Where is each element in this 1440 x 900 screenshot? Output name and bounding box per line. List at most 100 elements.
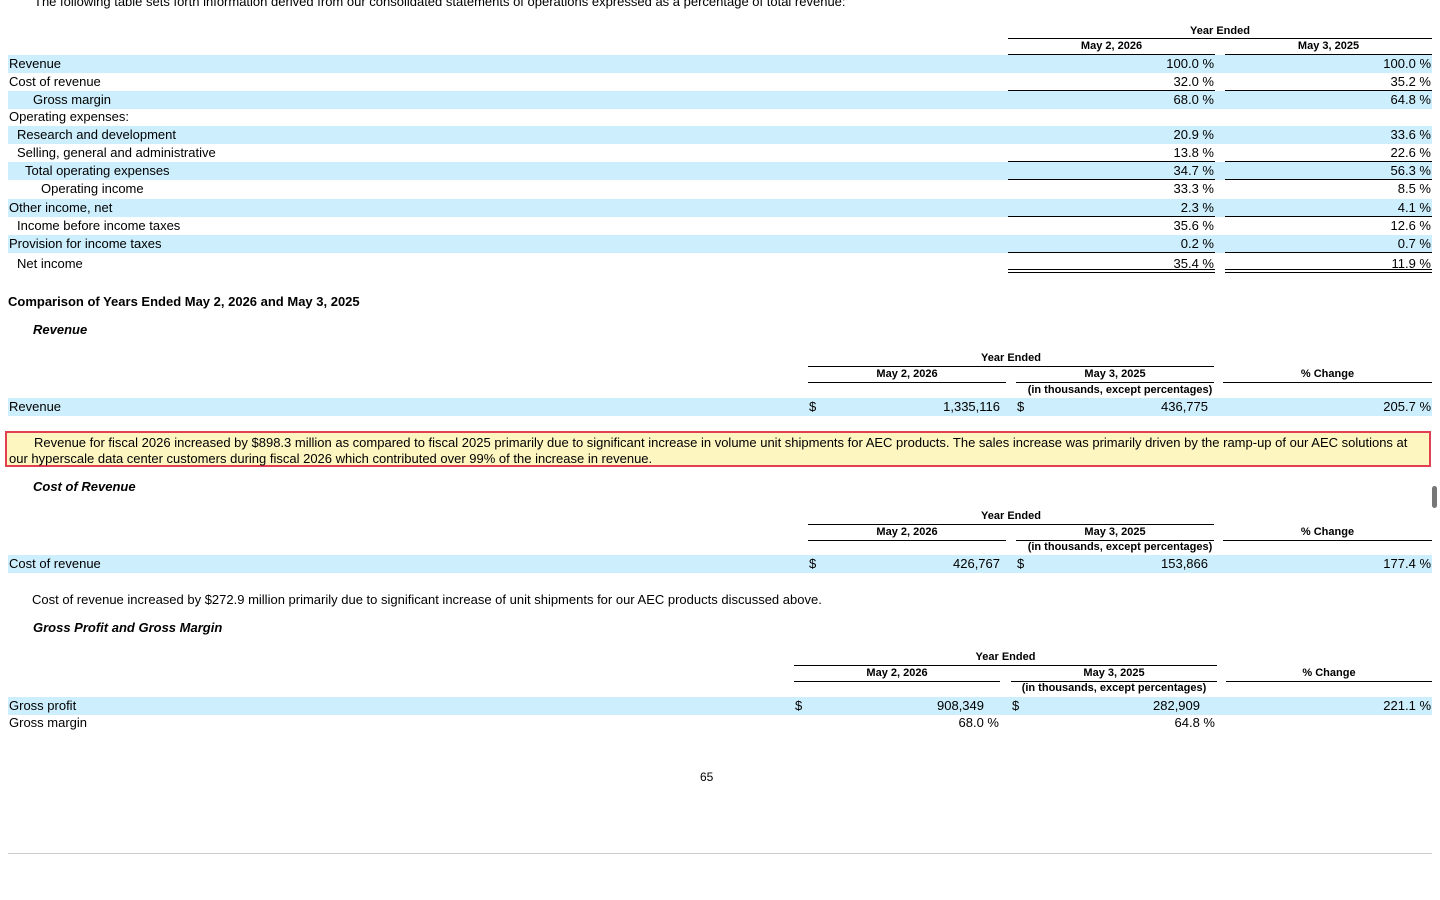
page-divider (8, 853, 1432, 854)
row-label: Research and development (17, 127, 176, 142)
row-label: Revenue (9, 399, 62, 414)
row-value-2026: 0.2 % (1180, 236, 1214, 251)
divider (808, 366, 1214, 367)
row-value-2025: 100.0 % (1383, 56, 1431, 71)
row-value-2025: 64.8 % (1390, 92, 1431, 107)
currency-symbol: $ (809, 556, 817, 571)
row-label: Revenue (9, 56, 62, 71)
revenue-section-title: Revenue (33, 322, 88, 337)
page-number: 65 (700, 770, 714, 784)
row-value-2026: 34.7 % (1173, 163, 1214, 178)
row-change: 177.4 % (1383, 556, 1431, 571)
row-label: Total operating expenses (25, 163, 170, 178)
row-value-2025: 22.6 % (1390, 145, 1431, 160)
comparison-title: Comparison of Years Ended May 2, 2026 an… (8, 294, 360, 309)
cost-col2-header: May 3, 2025 (1084, 526, 1146, 538)
table-row: Gross margin 68.0 % 64.8 % (8, 91, 1432, 109)
row-value-2026: 1,335,116 (943, 399, 1000, 414)
row-value-2025: 436,775 (1161, 399, 1208, 414)
gross-col1-header: May 2, 2026 (866, 667, 928, 679)
row-label: Operating income (41, 181, 144, 196)
row-value-2026: 2.3 % (1180, 200, 1214, 215)
divider (1008, 252, 1215, 253)
row-label: Income before income taxes (17, 218, 181, 233)
scrollbar-thumb[interactable] (1432, 486, 1437, 508)
double-underline (1008, 269, 1215, 273)
revenue-note-text: Revenue for fiscal 2026 increased by $89… (9, 435, 1408, 466)
cost-units: (in thousands, except percentages) (1027, 541, 1213, 553)
row-value-2026: 68.0 % (958, 715, 999, 730)
divider (808, 540, 1006, 541)
row-value-2025: 64.8 % (1174, 715, 1215, 730)
row-label: Cost of revenue (9, 556, 101, 571)
revenue-col2-header: May 3, 2025 (1084, 368, 1146, 380)
row-label: Selling, general and administrative (17, 145, 216, 160)
revenue-header-group: Year Ended (981, 352, 1041, 364)
row-label: Gross margin (9, 715, 88, 730)
table-row: Operating expenses: (8, 108, 1432, 126)
row-value-2025: 4.1 % (1397, 200, 1431, 215)
cost-header-group: Year Ended (981, 510, 1041, 522)
row-value-2026: 100.0 % (1166, 56, 1214, 71)
gross-units: (in thousands, except percentages) (1021, 682, 1207, 694)
row-value-2026: 20.9 % (1173, 127, 1214, 142)
row-label: Gross margin (33, 92, 112, 107)
pct-col1-header: May 2, 2026 (1080, 40, 1143, 52)
gross-col3-header: % Change (1302, 667, 1356, 679)
divider (1008, 38, 1432, 39)
table-row: Total operating expenses 34.7 % 56.3 % (8, 162, 1432, 180)
table-row: Other income, net 2.3 % 4.1 % (8, 199, 1432, 217)
gross-section-title: Gross Profit and Gross Margin (33, 620, 223, 635)
row-value-2026: 32.0 % (1173, 74, 1214, 89)
table-row: Cost of revenue 32.0 % 35.2 % (8, 73, 1432, 91)
table-row: Selling, general and administrative 13.8… (8, 144, 1432, 162)
divider (794, 665, 1217, 666)
row-value-2026: 13.8 % (1173, 145, 1214, 160)
cost-col3-header: % Change (1300, 526, 1355, 538)
row-value-2025: 12.6 % (1390, 218, 1431, 233)
row-label: Net income (17, 256, 83, 271)
row-label: Provision for income taxes (9, 236, 162, 251)
row-value-2026: 908,349 (937, 698, 984, 713)
table-row: Revenue $ 1,335,116 $ 436,775 205.7 % (8, 398, 1432, 416)
row-value-2026: 68.0 % (1173, 92, 1214, 107)
gross-header-group: Year Ended (975, 651, 1036, 663)
intro-text: The following table sets forth informati… (34, 0, 846, 9)
currency-symbol: $ (1017, 399, 1025, 414)
revenue-units: (in thousands, except percentages) (1027, 384, 1213, 396)
table-row: Operating income 33.3 % 8.5 % (8, 180, 1432, 198)
table-row: Gross profit $ 908,349 $ 282,909 221.1 % (8, 697, 1432, 715)
row-value-2026: 33.3 % (1173, 181, 1214, 196)
divider (808, 382, 1006, 383)
divider (808, 524, 1214, 525)
divider (1223, 540, 1432, 541)
currency-symbol: $ (1017, 556, 1025, 571)
currency-symbol: $ (795, 698, 803, 713)
currency-symbol: $ (1012, 698, 1020, 713)
table-row: Net income 35.4 % 11.9 % (8, 255, 1432, 273)
row-value-2025: 33.6 % (1390, 127, 1431, 142)
double-underline (1225, 269, 1432, 273)
divider (1226, 681, 1432, 682)
row-value-2025: 35.2 % (1390, 74, 1431, 89)
row-value-2025: 8.5 % (1397, 181, 1431, 196)
divider (1223, 382, 1432, 383)
divider (1225, 252, 1432, 253)
pct-header-group: Year Ended (1190, 25, 1250, 37)
row-change: 221.1 % (1383, 698, 1431, 713)
currency-symbol: $ (809, 399, 817, 414)
cost-section-title: Cost of Revenue (33, 479, 136, 494)
row-value-2025: 282,909 (1153, 698, 1200, 713)
table-row: Cost of revenue $ 426,767 $ 153,866 177.… (8, 555, 1432, 573)
cost-col1-header: May 2, 2026 (876, 526, 938, 538)
cost-note: Cost of revenue increased by $272.9 mill… (32, 592, 822, 607)
table-row: Provision for income taxes 0.2 % 0.7 % (8, 235, 1432, 253)
table-row: Research and development 20.9 % 33.6 % (8, 126, 1432, 144)
pct-col2-header: May 3, 2025 (1297, 40, 1360, 52)
divider (1016, 382, 1214, 383)
row-label: Gross profit (9, 698, 77, 713)
row-label: Operating expenses: (9, 109, 129, 124)
row-label: Cost of revenue (9, 74, 101, 89)
revenue-col1-header: May 2, 2026 (876, 368, 938, 380)
gross-col2-header: May 3, 2025 (1083, 667, 1145, 679)
